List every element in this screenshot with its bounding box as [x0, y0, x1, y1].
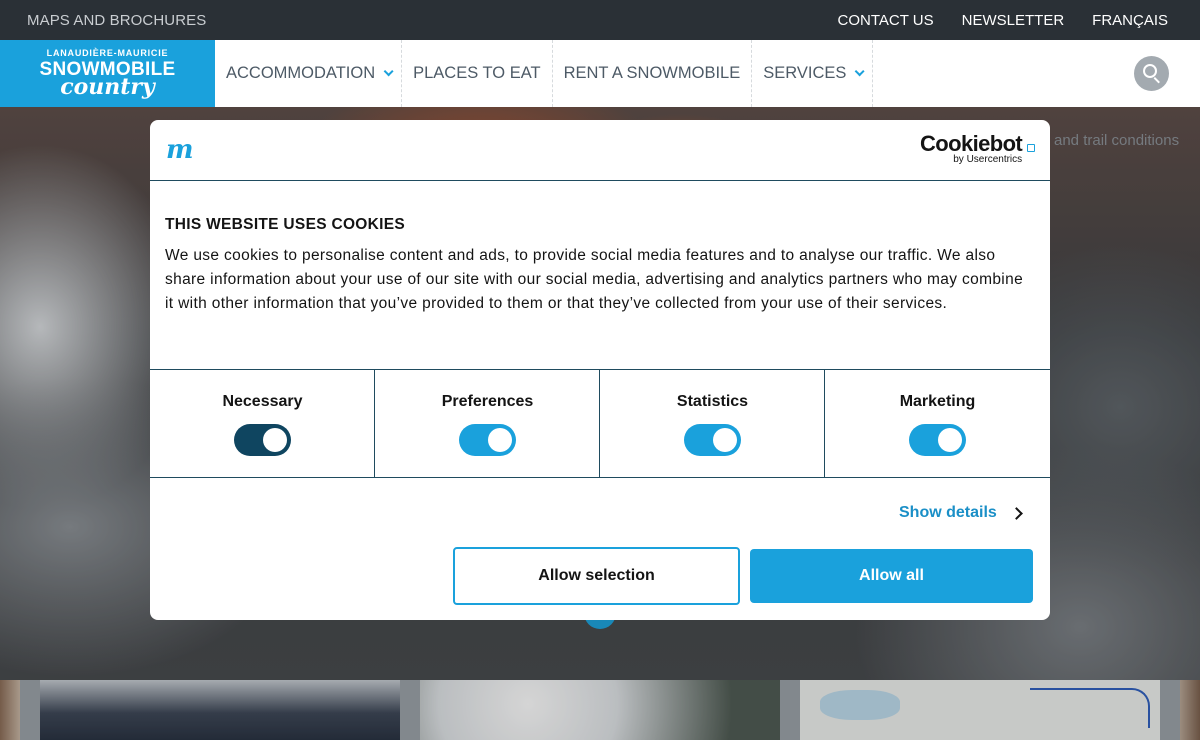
language-link[interactable]: FRANÇAIS [1092, 12, 1168, 29]
site-logo[interactable]: LANAUDIÈRE-MAURICIE SNOWMOBILE country [0, 40, 215, 107]
toggle-statistics: Statistics [600, 370, 825, 477]
chevron-right-icon[interactable] [1010, 507, 1023, 520]
switch-knob [488, 428, 512, 452]
contact-us-link[interactable]: CONTACT US [838, 12, 934, 29]
dialog-description: We use cookies to personalise content an… [165, 247, 1024, 312]
toggle-necessary: Necessary [150, 370, 375, 477]
cookiebot-logo[interactable]: Cookiebot by Usercentrics [920, 131, 1035, 165]
cookie-consent-dialog: m Cookiebot by Usercentrics THIS WEBSITE… [150, 120, 1050, 620]
marketing-switch[interactable] [909, 424, 966, 456]
dialog-title: THIS WEBSITE USES COOKIES [165, 216, 406, 233]
nav-menu: ACCOMMODATION PLACES TO EAT RENT A SNOWM… [215, 40, 874, 107]
nav-item-label: ACCOMMODATION [226, 64, 376, 82]
utility-links: CONTACT US NEWSLETTER FRANÇAIS [838, 12, 1168, 29]
newsletter-link[interactable]: NEWSLETTER [962, 12, 1065, 29]
site-mini-logo: m [166, 135, 194, 165]
switch-knob [938, 428, 962, 452]
allow-all-button[interactable]: Allow all [750, 549, 1033, 603]
necessary-switch[interactable] [234, 424, 291, 456]
nav-item-accommodation[interactable]: ACCOMMODATION [215, 40, 403, 107]
logo-region: LANAUDIÈRE-MAURICIE [46, 48, 169, 58]
switch-knob [713, 428, 737, 452]
nav-item-label: RENT A SNOWMOBILE [563, 64, 741, 82]
maps-brochures-link[interactable]: MAPS AND BROCHURES [27, 12, 206, 29]
toggle-label: Necessary [222, 393, 303, 410]
toggle-label: Marketing [899, 393, 976, 410]
toggle-label: Statistics [676, 393, 749, 410]
switch-knob [263, 428, 287, 452]
toggle-marketing: Marketing [825, 370, 1050, 477]
nav-item-label: SERVICES [763, 64, 847, 82]
top-utility-bar: MAPS AND BROCHURES CONTACT US NEWSLETTER… [0, 0, 1200, 40]
search-button[interactable] [1134, 56, 1169, 91]
toggle-preferences: Preferences [375, 370, 600, 477]
nav-item-label: PLACES TO EAT [413, 64, 541, 82]
allow-selection-button[interactable]: Allow selection [453, 547, 740, 605]
statistics-switch[interactable] [684, 424, 741, 456]
nav-item-rent-snowmobile[interactable]: RENT A SNOWMOBILE [553, 40, 753, 107]
nav-item-services[interactable]: SERVICES [752, 40, 874, 107]
search-icon-handle [1153, 77, 1160, 84]
cookiebot-name: Cookiebot [920, 131, 1023, 156]
nav-item-places-to-eat[interactable]: PLACES TO EAT [402, 40, 553, 107]
toggle-label: Preferences [441, 393, 534, 410]
logo-script: country [60, 74, 155, 100]
main-navigation: LANAUDIÈRE-MAURICIE SNOWMOBILE country A… [0, 40, 1200, 107]
external-link-icon [1027, 144, 1035, 152]
chevron-down-icon [855, 66, 865, 77]
chevron-down-icon [383, 66, 394, 77]
preferences-switch[interactable] [459, 424, 516, 456]
consent-toggles: Necessary Preferences Statistics Marketi… [150, 369, 1050, 478]
dialog-header: m Cookiebot by Usercentrics [150, 120, 1050, 181]
show-details-link[interactable]: Show details [899, 504, 997, 522]
search-icon [1143, 64, 1157, 78]
